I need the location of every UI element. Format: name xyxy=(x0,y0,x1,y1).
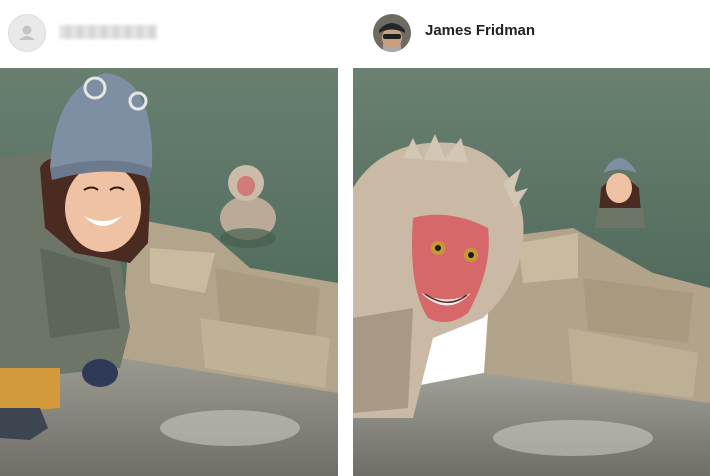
left-post xyxy=(0,0,338,476)
username[interactable]: James Fridman xyxy=(425,22,535,39)
left-post-photo xyxy=(0,68,338,476)
user-placeholder-icon xyxy=(19,25,35,40)
avatar-photo-icon xyxy=(373,14,411,52)
left-post-header xyxy=(0,0,338,68)
user-avatar[interactable] xyxy=(373,14,411,52)
blurred-username[interactable] xyxy=(59,25,157,39)
woman-selfie-with-monkey-image xyxy=(0,68,338,476)
monkey-selfie-with-woman-image xyxy=(353,68,710,476)
default-avatar[interactable] xyxy=(8,14,46,52)
right-post: James Fridman xyxy=(353,0,710,476)
right-post-header: James Fridman xyxy=(353,0,710,68)
right-post-photo xyxy=(353,68,710,476)
